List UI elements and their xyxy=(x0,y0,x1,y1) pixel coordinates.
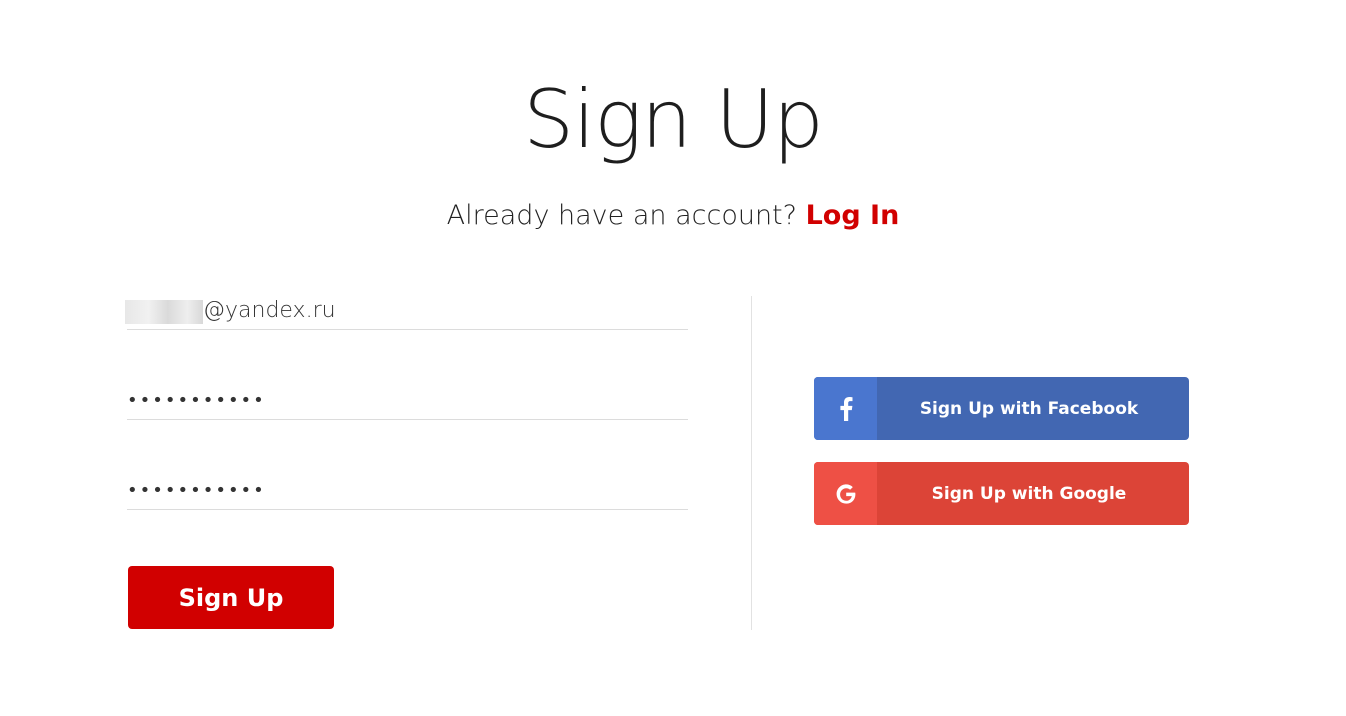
facebook-signup-button[interactable]: Sign Up with Facebook xyxy=(814,377,1189,440)
login-prompt: Already have an account? Log In xyxy=(0,200,1346,231)
redacted-email-prefix xyxy=(125,300,203,324)
password-field[interactable] xyxy=(127,386,688,419)
signup-page: Sign Up Already have an account? Log In … xyxy=(0,0,1346,716)
signup-form xyxy=(125,296,688,510)
google-signup-label: Sign Up with Google xyxy=(931,483,1127,504)
email-field-wrapper xyxy=(125,296,688,330)
page-title: Sign Up xyxy=(523,73,823,166)
google-icon xyxy=(814,462,877,525)
login-link[interactable]: Log In xyxy=(806,200,900,231)
confirm-password-field[interactable] xyxy=(127,476,688,509)
google-signup-button[interactable]: Sign Up with Google xyxy=(814,462,1189,525)
facebook-signup-label: Sign Up with Facebook xyxy=(919,398,1139,419)
vertical-divider xyxy=(751,296,752,630)
login-prompt-text: Already have an account? xyxy=(446,200,797,231)
facebook-icon xyxy=(814,377,877,440)
confirm-password-field-wrapper xyxy=(127,476,688,510)
signup-button[interactable]: Sign Up xyxy=(128,566,334,629)
email-field[interactable] xyxy=(127,296,688,329)
password-field-wrapper xyxy=(127,386,688,420)
